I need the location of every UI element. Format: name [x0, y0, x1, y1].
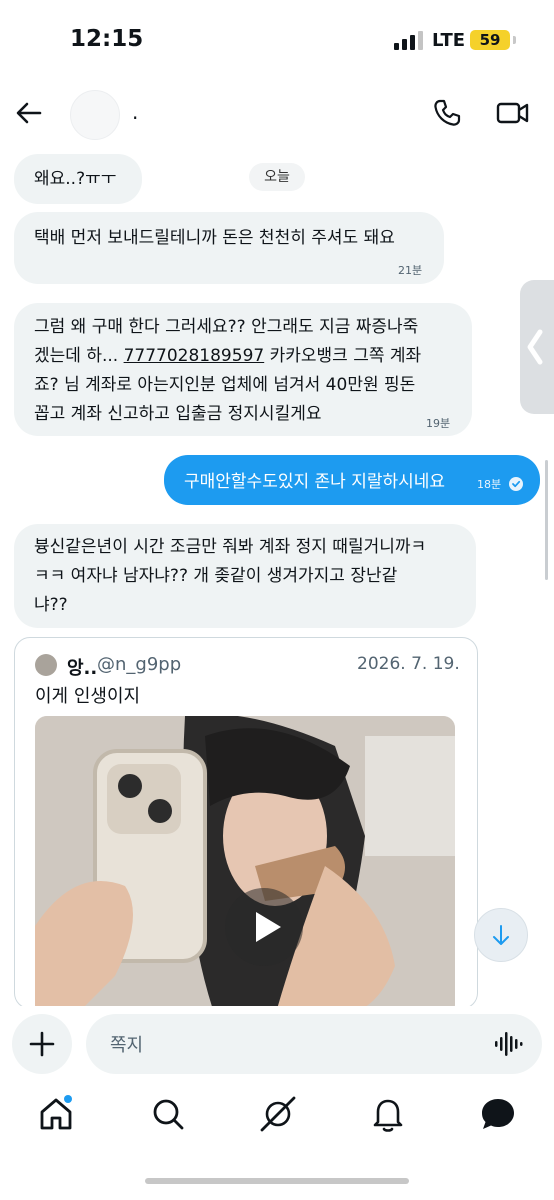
message-line: 그럼 왜 구매 한다 그러세요?? 안그래도 지금 짜증나죽 — [34, 317, 419, 337]
message-line-prefix: 겠는데 하... — [34, 346, 124, 366]
status-time: 12:15 — [70, 26, 144, 52]
message-time: 18분 — [477, 478, 502, 491]
contact-avatar[interactable] — [70, 90, 120, 140]
message-line: 겠는데 하... 7777028189597 카카오뱅크 그쪽 계좌 — [34, 342, 421, 371]
grok-icon — [260, 1096, 296, 1132]
message-time: 19분 — [426, 417, 451, 430]
post-video-thumbnail[interactable] — [35, 716, 455, 1008]
post-author-avatar — [35, 654, 57, 676]
read-check-icon — [509, 477, 523, 491]
tab-search[interactable] — [138, 1084, 198, 1144]
contact-name[interactable]: . — [132, 100, 138, 124]
signal-icon — [394, 31, 423, 50]
attach-button[interactable] — [12, 1014, 72, 1074]
message-text: 택배 먼저 보내드릴테니까 돈은 천천히 주셔도 돼요 — [34, 228, 395, 248]
message-line: 냐?? — [34, 595, 68, 615]
status-bar: 12:15 LTE 59 — [0, 0, 554, 84]
message-input-container — [86, 1014, 542, 1076]
video-call-icon[interactable] — [496, 98, 530, 128]
bottom-tab-bar — [0, 1084, 554, 1154]
battery-tip — [513, 36, 516, 44]
message-line: ㅋㅋ 여자냐 남자냐?? 개 좆같이 생겨가지고 장난같 — [34, 566, 398, 586]
plus-icon — [29, 1031, 55, 1057]
play-button[interactable] — [225, 888, 303, 966]
chevron-left-icon — [527, 329, 543, 365]
message-text: 왜요..?ㅠㅜ — [34, 169, 117, 189]
network-type: LTE — [432, 30, 466, 51]
play-icon — [256, 912, 281, 942]
received-message[interactable]: 그럼 왜 구매 한다 그러세요?? 안그래도 지금 짜증나죽 겠는데 하... … — [14, 303, 472, 436]
side-panel-handle[interactable] — [520, 280, 554, 414]
phone-call-icon[interactable] — [432, 98, 462, 128]
home-icon — [40, 1095, 72, 1130]
search-icon — [153, 1099, 184, 1130]
message-line-suffix: 카카오뱅크 그쪽 계좌 — [264, 346, 422, 366]
day-divider: 오늘 — [249, 163, 305, 191]
shared-post-card[interactable]: 앙.. @n_g9pp 2026. 7. 19. 이게 인생이지 — [14, 637, 478, 1009]
notifications-icon — [373, 1099, 403, 1132]
message-text: 븅신같은년이 시간 조금만 줘봐 계좌 정지 때릴거니까ㅋ ㅋㅋ 여자냐 남자냐… — [34, 533, 426, 620]
received-message[interactable]: 왜요..?ㅠㅜ — [14, 154, 142, 204]
tab-notifications[interactable] — [358, 1084, 418, 1144]
scroll-to-bottom-button[interactable] — [474, 908, 528, 962]
tab-home[interactable] — [26, 1084, 86, 1144]
scrollbar[interactable] — [545, 460, 548, 580]
post-date: 2026. 7. 19. — [357, 654, 460, 674]
message-composer — [0, 1006, 554, 1076]
sent-message[interactable]: 구매안할수도있지 존나 지랄하시네요 18분 — [164, 455, 540, 505]
message-line: 븅신같은년이 시간 조금만 줘봐 계좌 정지 때릴거니까ㅋ — [34, 537, 427, 557]
received-message[interactable]: 택배 먼저 보내드릴테니까 돈은 천천히 주셔도 돼요 21분 — [14, 212, 444, 284]
account-number-link[interactable]: 7777028189597 — [124, 346, 265, 366]
message-line: 꼽고 계좌 신고하고 입출금 정지시킬게요 — [34, 404, 322, 424]
battery-icon: 59 — [470, 30, 510, 50]
tab-messages[interactable] — [468, 1084, 528, 1144]
message-text: 그럼 왜 구매 한다 그러세요?? 안그래도 지금 짜증나죽 겠는데 하... … — [34, 313, 421, 429]
arrow-down-icon — [493, 925, 509, 945]
conversation-header: . — [0, 84, 554, 146]
messages-icon — [482, 1099, 514, 1129]
received-message[interactable]: 븅신같은년이 시간 조금만 줘봐 계좌 정지 때릴거니까ㅋ ㅋㅋ 여자냐 남자냐… — [14, 524, 476, 628]
post-author-name: 앙.. — [67, 658, 98, 679]
post-author-handle: @n_g9pp — [97, 654, 182, 675]
message-line: 죠? 님 계좌로 아는지인분 업체에 넘겨서 40만원 핑돈 — [34, 375, 416, 395]
message-time: 21분 — [398, 264, 423, 277]
tab-grok[interactable] — [248, 1084, 308, 1144]
back-arrow-icon[interactable] — [14, 98, 44, 128]
voice-message-icon[interactable] — [494, 1030, 524, 1058]
battery-level: 59 — [479, 31, 501, 49]
message-text: 구매안할수도있지 존나 지랄하시네요 — [184, 472, 446, 492]
message-input[interactable] — [108, 1014, 492, 1076]
home-indicator — [145, 1178, 409, 1184]
post-text: 이게 인생이지 — [35, 686, 141, 707]
